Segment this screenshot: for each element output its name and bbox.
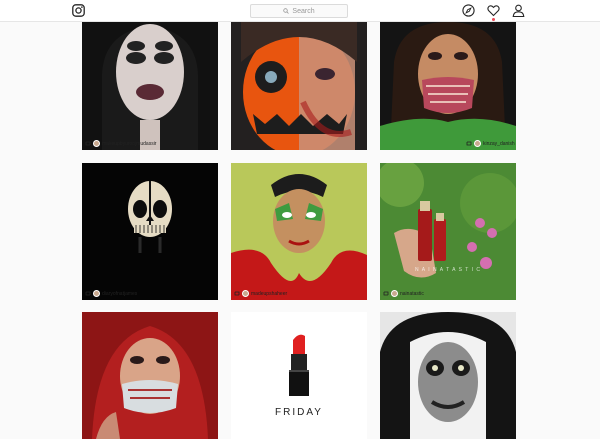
repost-icon — [85, 141, 91, 146]
post-image — [82, 163, 218, 300]
post-tile[interactable]: makeupbyuroojmudassir — [82, 22, 218, 150]
avatar — [93, 290, 100, 297]
regram-badge[interactable]: madeupshaheer — [234, 290, 287, 297]
post-tile[interactable] — [82, 312, 218, 439]
post-tile[interactable] — [231, 22, 367, 150]
regram-badge[interactable]: nainatastic — [383, 290, 424, 297]
post-handle: madeupshaheer — [251, 290, 288, 297]
regram-badge[interactable]: kinzay_danish — [466, 140, 515, 147]
watermark-text: N A I N A T A S T I C — [415, 267, 481, 273]
post-tile[interactable]: FRIDAY — [231, 312, 367, 439]
search-icon — [283, 8, 290, 14]
post-handle: nainatastic — [400, 290, 424, 297]
post-grid: makeupbyuroojmudassir kinzay_danish diar… — [0, 0, 600, 439]
post-image — [380, 163, 516, 300]
post-image — [380, 312, 516, 439]
repost-icon — [234, 291, 240, 296]
search-input[interactable]: Search — [250, 4, 348, 18]
avatar — [242, 290, 249, 297]
post-tile[interactable]: N A I N A T A S T I C nainatastic — [380, 163, 516, 300]
post-image — [380, 22, 516, 150]
repost-icon — [383, 291, 389, 296]
post-tile[interactable]: diaryofnatjames — [82, 163, 218, 300]
heart-icon[interactable] — [487, 4, 500, 17]
lipstick-icon — [231, 312, 367, 439]
post-image — [231, 22, 367, 150]
post-image — [82, 22, 218, 150]
post-tile[interactable]: madeupshaheer — [231, 163, 367, 300]
instagram-logo-icon[interactable] — [72, 4, 85, 17]
post-caption: FRIDAY — [275, 407, 323, 418]
post-handle: makeupbyuroojmudassir — [102, 140, 157, 147]
compass-icon[interactable] — [462, 4, 475, 17]
profile-icon[interactable] — [512, 4, 525, 17]
regram-badge[interactable]: diaryofnatjames — [85, 290, 137, 297]
post-tile[interactable]: kinzay_danish — [380, 22, 516, 150]
avatar — [93, 140, 100, 147]
notification-dot — [492, 18, 495, 21]
search-placeholder: Search — [292, 7, 315, 15]
post-handle: diaryofnatjames — [102, 290, 138, 297]
avatar — [474, 140, 481, 147]
avatar — [391, 290, 398, 297]
post-tile[interactable] — [380, 312, 516, 439]
regram-badge[interactable]: makeupbyuroojmudassir — [85, 140, 156, 147]
post-handle: kinzay_danish — [483, 140, 515, 147]
top-nav-bar: Search — [0, 0, 600, 22]
repost-icon — [466, 141, 472, 146]
post-image — [82, 312, 218, 439]
repost-icon — [85, 291, 91, 296]
post-image — [231, 163, 367, 300]
